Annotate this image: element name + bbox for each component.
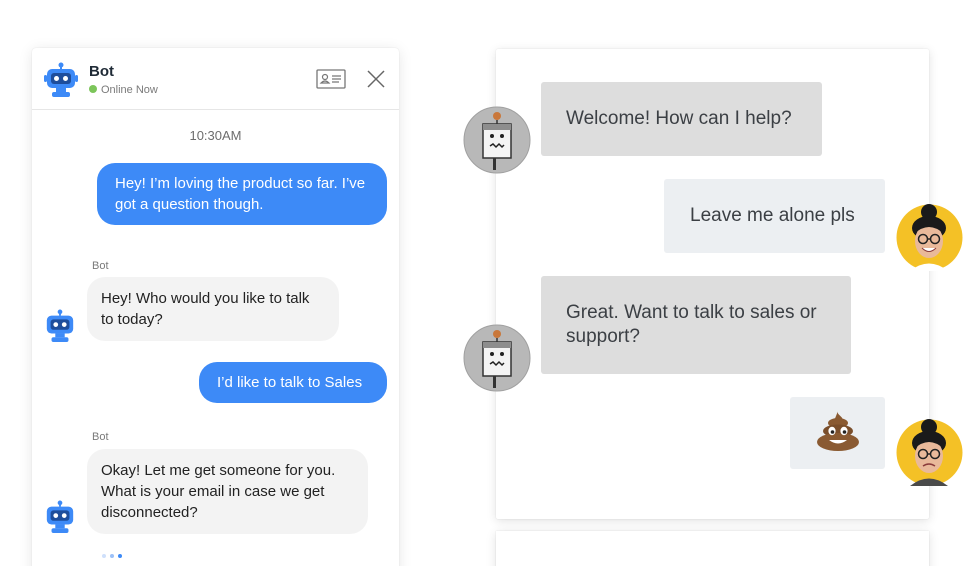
- bot-message: Welcome! How can I help?: [541, 82, 822, 156]
- typing-indicator: [102, 545, 126, 563]
- message-timestamp: 10:30AM: [189, 128, 242, 143]
- bot-avatar-icon: [44, 500, 76, 539]
- close-icon: [367, 70, 385, 88]
- user-message: Leave me alone pls: [664, 179, 885, 253]
- user-message: Hey! I’m loving the product so far. I’ve…: [97, 163, 387, 225]
- chat-panel-secondary: [496, 531, 929, 566]
- bot-message: Hey! Who would you like to talk to today…: [87, 277, 339, 341]
- sad-robot-avatar: [463, 106, 531, 179]
- bot-message: Okay! Let me get someone for you. What i…: [87, 449, 368, 534]
- contact-card-button[interactable]: [316, 68, 346, 90]
- user-avatar: [896, 204, 963, 276]
- poop-emoji-icon: [816, 411, 859, 451]
- sender-label: Bot: [92, 431, 109, 443]
- sender-label: Bot: [92, 260, 109, 272]
- online-dot-icon: [89, 85, 97, 94]
- bot-name: Bot: [89, 63, 114, 80]
- bot-message: Great. Want to talk to sales or support?: [541, 276, 851, 374]
- chat-header: Bot Online Now: [32, 48, 399, 110]
- bot-avatar-icon: [44, 309, 76, 348]
- user-message: [790, 397, 885, 469]
- typing-dot-icon: [110, 554, 114, 558]
- online-status: Online Now: [89, 84, 158, 96]
- status-label: Online Now: [101, 84, 158, 96]
- typing-dot-icon: [118, 554, 122, 558]
- sad-robot-avatar: [463, 324, 531, 397]
- bot-avatar-icon: [44, 62, 78, 103]
- typing-dot-icon: [102, 554, 106, 558]
- contact-card-icon: [316, 69, 346, 89]
- close-button[interactable]: [365, 68, 387, 90]
- chat-widget: Bot Online Now 10:30AM Hey! I’m loving t…: [32, 48, 399, 566]
- user-message: I’d like to talk to Sales: [199, 362, 387, 403]
- user-avatar: [896, 419, 963, 491]
